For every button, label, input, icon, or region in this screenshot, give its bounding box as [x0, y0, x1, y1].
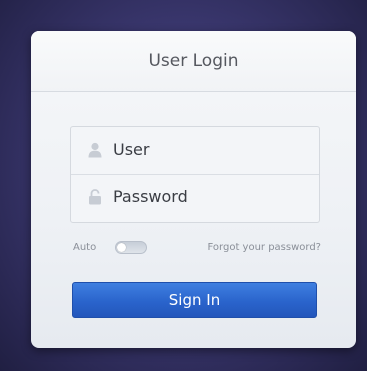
page-title: User Login — [148, 51, 239, 71]
login-header: User Login — [31, 31, 356, 92]
forgot-password-link[interactable]: Forgot your password? — [208, 242, 321, 253]
credentials-box: User Password — [70, 126, 320, 223]
auto-login-toggle[interactable] — [115, 241, 147, 254]
auto-label: Auto — [73, 242, 97, 253]
login-card: User Login User Password Auto Forgot you… — [31, 31, 356, 348]
password-field[interactable]: Password — [71, 174, 319, 221]
toggle-knob — [117, 243, 126, 252]
password-placeholder: Password — [113, 187, 188, 206]
user-icon — [88, 142, 102, 158]
username-placeholder: User — [113, 140, 150, 159]
username-field[interactable]: User — [71, 127, 319, 175]
sign-in-button[interactable]: Sign In — [72, 282, 317, 318]
lock-icon — [88, 189, 102, 205]
